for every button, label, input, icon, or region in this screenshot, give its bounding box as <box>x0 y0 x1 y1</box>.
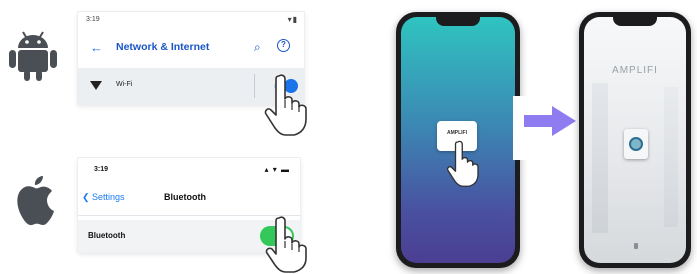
android-logo-icon <box>9 31 57 81</box>
android-status-time: 3:19 <box>86 16 100 23</box>
room-panel-left <box>592 83 608 233</box>
wifi-label: Wi-Fi <box>116 81 133 88</box>
apple-logo-icon <box>17 176 54 226</box>
phone-app-screen: AMPLIFI <box>396 12 520 268</box>
back-arrow-icon[interactable]: ← <box>90 40 103 55</box>
pointing-hand-icon <box>265 216 307 273</box>
wifi-icon <box>90 81 102 90</box>
help-icon[interactable]: ? <box>277 39 290 52</box>
pointing-hand-icon <box>264 74 307 136</box>
phone-product-screen: AMPLIFI <box>579 12 691 268</box>
ios-status-icons: ▴ ▾ ▬ <box>264 165 290 174</box>
right-arrow-icon <box>524 106 576 136</box>
device-ring-light <box>629 137 643 151</box>
android-status-icons: ▾▮ <box>287 15 298 24</box>
ios-status-bar: 3:19 ▴ ▾ ▬ <box>78 158 300 180</box>
settings-back-button[interactable]: ❮ Settings <box>82 192 125 203</box>
search-icon[interactable]: ⌕ <box>254 40 261 55</box>
device-tile-label: AMPLIFI <box>447 130 467 136</box>
ios-page-title: Bluetooth <box>164 192 206 202</box>
amplifi-device-image <box>624 129 648 159</box>
phone-notch <box>613 17 657 26</box>
pointing-hand-icon <box>446 140 479 187</box>
ios-status-time: 3:19 <box>94 166 109 173</box>
bluetooth-label: Bluetooth <box>88 231 126 240</box>
product-screen: AMPLIFI <box>584 17 686 263</box>
app-screen: AMPLIFI <box>401 17 515 263</box>
floor-mark <box>634 243 638 249</box>
brand-text: AMPLIFI <box>612 65 658 76</box>
phone-notch <box>436 17 480 26</box>
android-app-bar: ← Network & Internet ⌕ ? <box>78 28 304 68</box>
android-page-title: Network & Internet <box>116 41 210 53</box>
row-divider <box>254 74 255 98</box>
ios-nav-bar: ❮ Settings Bluetooth <box>78 180 300 216</box>
android-status-bar: 3:19 ▾▮ <box>78 12 304 28</box>
room-panel-right <box>664 87 678 227</box>
